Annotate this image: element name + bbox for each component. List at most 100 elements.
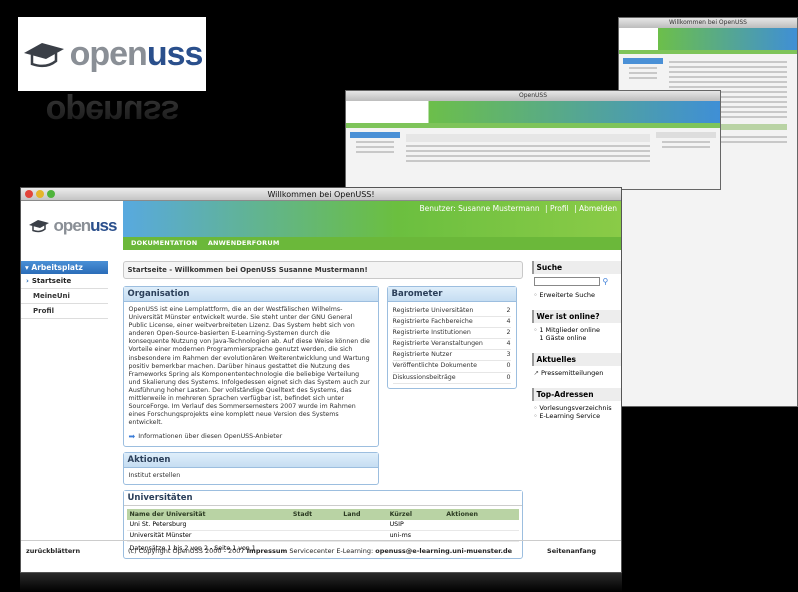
page-footer: zurückblättern (c) Copyright OpenUSS 200… — [21, 540, 621, 560]
window-titlebar: Willkommen bei OpenUSS! — [21, 188, 621, 201]
barometer-value: 4 — [506, 340, 511, 348]
online-box: Wer ist online? ◦1 Mitglieder online ◦1 … — [531, 310, 621, 345]
logo-uss-text: uss — [146, 34, 204, 73]
window-title: Willkommen bei OpenUSS! — [267, 190, 375, 199]
barometer-row: Registrierte Institutionen 2 — [392, 328, 511, 340]
nav-dokumentation[interactable]: DOKUMENTATION — [131, 239, 197, 247]
barometer-row: Registrierte Veranstaltungen 4 — [392, 339, 511, 351]
organisation-panel: Organisation OpenUSS ist eine Lernplattf… — [122, 286, 379, 447]
logo-open-text: open — [69, 34, 148, 73]
institut-erstellen-link[interactable]: Institut erstellen — [129, 472, 373, 480]
table-header[interactable]: Stadt — [289, 508, 341, 520]
table-cell: USIP — [386, 519, 444, 531]
top-addresses-box: Top-Adressen ◦ Vorlesungsverzeichnis ◦ E-L… — [531, 388, 621, 423]
chevron-down-icon: ▾ — [25, 263, 29, 272]
guests-online: ◦1 Gäste online — [539, 334, 587, 342]
search-box: Suche ⚲ ◦ Erweiterte Suche — [531, 261, 621, 302]
table-header[interactable]: Name der Universität — [126, 508, 290, 520]
barometer-row: Registrierte Universitäten 2 — [392, 306, 511, 318]
barometer-value: 0 — [506, 373, 511, 381]
news-box: Aktuelles ↗ Pressemitteilungen — [531, 353, 621, 380]
search-input[interactable] — [533, 277, 600, 286]
logout-link[interactable]: | Abmelden — [574, 204, 617, 213]
sidebar-item-meineuni[interactable]: MeineUni — [21, 289, 108, 304]
barometer-value: 3 — [506, 351, 511, 359]
barometer-value: 0 — [506, 362, 511, 370]
background-window-right: Willkommen bei OpenUSS — [618, 17, 798, 407]
impressum-link[interactable]: Impressum — [247, 547, 288, 555]
barometer-value: 2 — [506, 329, 511, 337]
sidebar: ▾ Arbeitsplatz › Startseite MeineUni Prof… — [21, 261, 108, 564]
table-cell: Uni St. Petersburg — [126, 519, 290, 531]
panel-title: Barometer — [387, 287, 516, 302]
back-link[interactable]: zurückblättern — [26, 547, 128, 555]
universities-table: Name der Universität Stadt Land Kürzel Aktio… — [126, 508, 519, 542]
sidebar-item-profil[interactable]: Profil — [21, 304, 108, 319]
copyright: (c) Copyright OpenUSS 2000 - 2007 — [128, 546, 245, 555]
zoom-button[interactable] — [47, 190, 55, 198]
sidebar-header[interactable]: ▾ Arbeitsplatz — [21, 261, 108, 274]
right-column: Suche ⚲ ◦ Erweiterte Suche Wer ist online… — [531, 261, 621, 564]
nav-anwenderforum[interactable]: ANWENDERFORUM — [208, 239, 280, 247]
table-header[interactable]: Kürzel — [386, 508, 444, 520]
barometer-label: Registrierte Institutionen — [392, 329, 471, 337]
graduation-cap-icon — [28, 220, 49, 233]
search-icon[interactable]: ⚲ — [603, 277, 609, 286]
table-cell — [340, 519, 387, 531]
minimize-button[interactable] — [36, 190, 44, 198]
background-window-title: OpenUSS — [346, 91, 720, 101]
sidebar-item-startseite[interactable]: › Startseite — [21, 274, 108, 289]
main-content: Startseite - Willkommen bei OpenUSS Susa… — [122, 261, 523, 564]
service-label: Servicecenter E-Learning: — [289, 546, 374, 555]
barometer-panel: Barometer Registrierte Universitäten 2 Reg… — [386, 286, 517, 389]
barometer-row: Registrierte Fachbereiche 4 — [392, 317, 511, 329]
barometer-label: Registrierte Veranstaltungen — [392, 340, 483, 348]
header-logo[interactable]: openuss — [28, 216, 117, 236]
table-cell — [443, 519, 519, 531]
advanced-search-link[interactable]: ◦ Erweiterte Suche — [534, 291, 619, 299]
aktionen-panel: Aktionen Institut erstellen — [122, 451, 379, 485]
barometer-value: 2 — [506, 307, 511, 314]
main-browser-window: Willkommen bei OpenUSS! openuss Benutzer… — [20, 187, 622, 573]
table-row[interactable]: Uni St. Petersburg USIP — [126, 519, 519, 531]
press-link[interactable]: ↗ Pressemitteilungen — [534, 369, 619, 377]
arrow-right-icon: ➡ — [128, 432, 136, 442]
organisation-text: OpenUSS ist eine Lernplattform, die an d… — [128, 306, 370, 427]
arrow-icon: ↗ — [533, 369, 539, 377]
vorlesungsverzeichnis-link[interactable]: ◦ Vorlesungsverzeichnis — [534, 404, 619, 412]
table-header[interactable]: Aktionen — [443, 508, 519, 520]
barometer-value: 4 — [506, 318, 511, 326]
barometer-row: Veröffentlichte Dokumente 0 — [392, 361, 511, 373]
barometer-label: Registrierte Universitäten — [392, 307, 474, 314]
top-nav: DOKUMENTATION ANWENDERFORUM — [123, 237, 621, 250]
barometer-label: Registrierte Fachbereiche — [392, 318, 473, 326]
close-button[interactable] — [25, 190, 33, 198]
breadcrumb: Startseite - Willkommen bei OpenUSS Susa… — [122, 261, 523, 279]
background-window-middle: OpenUSS — [345, 90, 721, 190]
profile-link[interactable]: | Profil — [545, 204, 569, 213]
elearning-service-link[interactable]: ◦ E-Learning Service — [534, 412, 619, 420]
email-link[interactable]: openuss@e-learning.uni-muenster.de — [375, 547, 512, 555]
user-label: Benutzer: Susanne Mustermann — [419, 204, 540, 213]
window-reflection — [20, 573, 622, 592]
logo-reflection: openuss — [45, 93, 179, 131]
panel-title: Universitäten — [123, 490, 522, 506]
barometer-row: Diskussionsbeiträge 0 — [392, 373, 511, 384]
page-top-link[interactable]: Seitenanfang — [547, 547, 596, 555]
site-header: openuss Benutzer: Susanne Mustermann | P… — [21, 201, 621, 250]
table-cell — [289, 519, 341, 531]
chevron-right-icon: › — [26, 277, 29, 285]
graduation-cap-icon — [23, 43, 64, 68]
table-header[interactable]: Land — [340, 508, 387, 520]
barometer-label: Veröffentlichte Dokumente — [392, 362, 477, 370]
barometer-label: Diskussionsbeiträge — [392, 373, 456, 381]
panel-title: Organisation — [123, 287, 378, 302]
panel-title: Aktionen — [123, 452, 378, 468]
barometer-label: Registrierte Nutzer — [392, 351, 453, 359]
background-window-title: Willkommen bei OpenUSS — [619, 18, 797, 28]
members-online: ◦ 1 Mitglieder online — [533, 326, 600, 334]
info-link[interactable]: ➡ Informationen über diesen OpenUSS-Anbi… — [129, 433, 373, 441]
openuss-logo-card: openuss — [18, 17, 206, 91]
openuss-logo: openuss — [22, 35, 203, 74]
barometer-row: Registrierte Nutzer 3 — [392, 350, 511, 362]
